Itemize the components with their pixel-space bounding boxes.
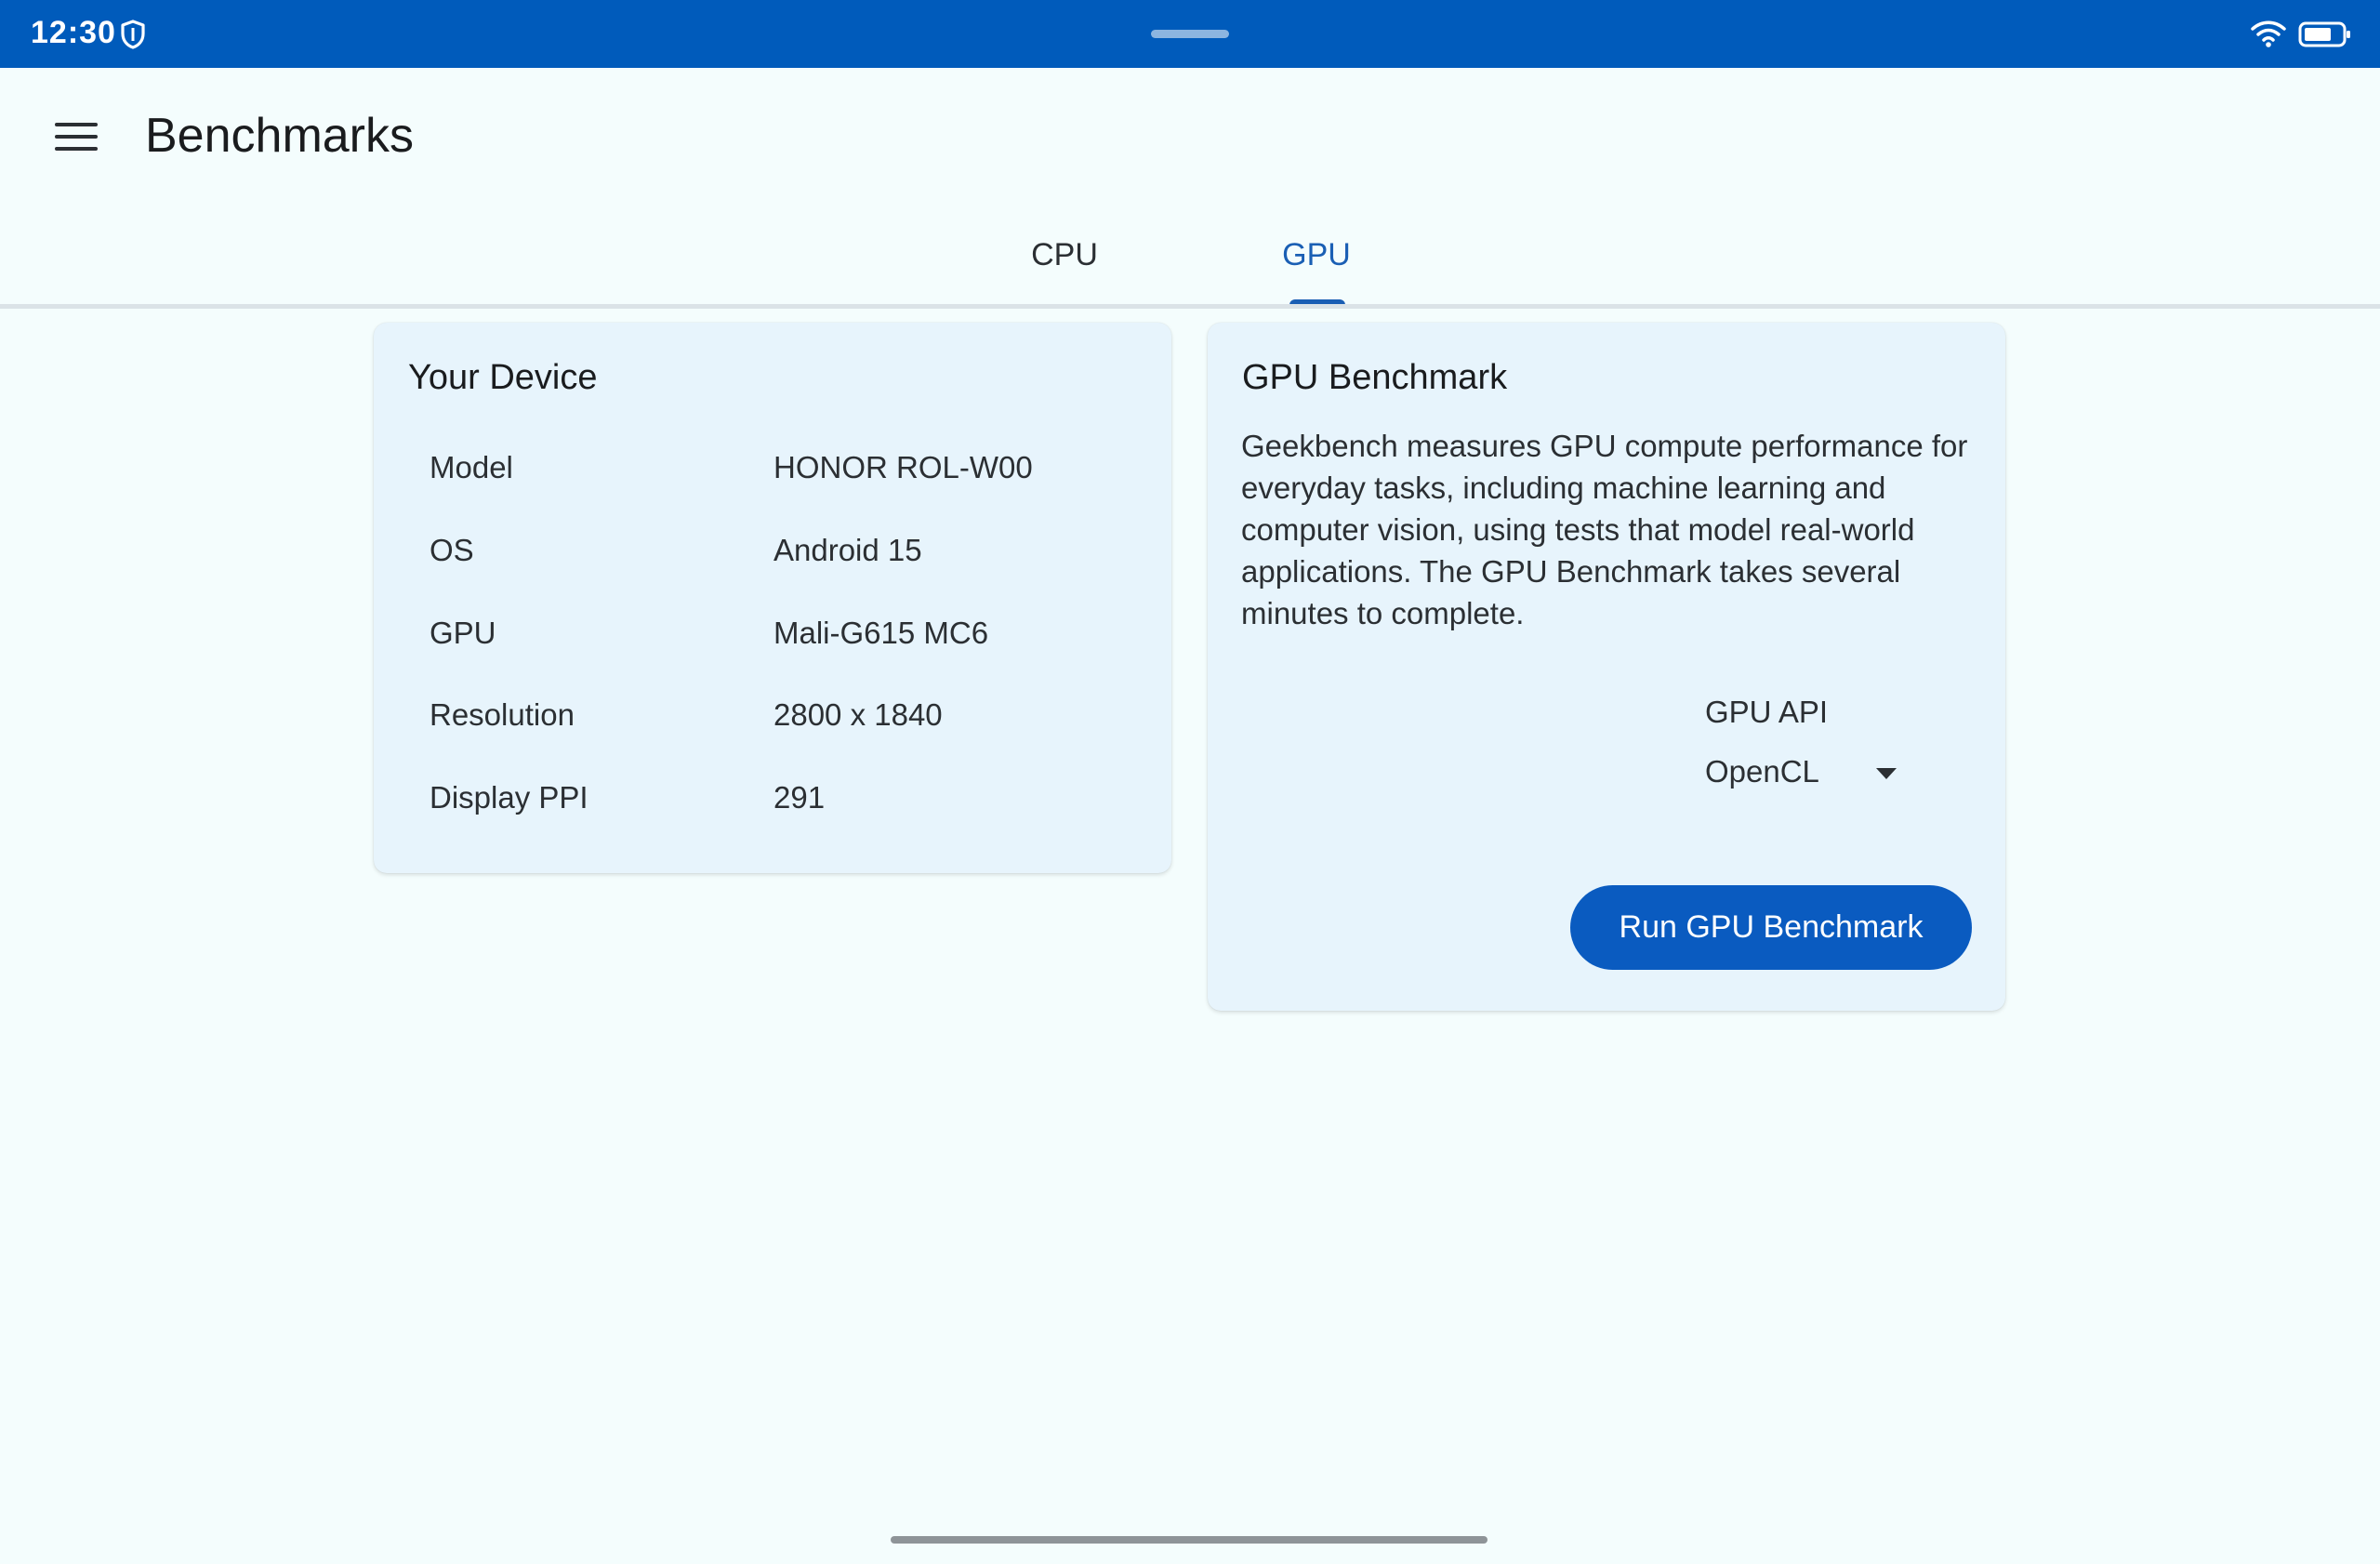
- status-pill: [1151, 30, 1229, 38]
- wifi-icon: [2251, 20, 2286, 47]
- your-device-card: Your Device Model HONOR ROL-W00 OS Andro…: [374, 323, 1171, 873]
- spec-label: Model: [430, 450, 513, 484]
- tab-cpu[interactable]: CPU: [1013, 224, 1116, 308]
- spec-value: Mali-G615 MC6: [774, 616, 989, 650]
- shield-icon: [121, 20, 145, 49]
- gpu-benchmark-description: Geekbench measures GPU compute performan…: [1241, 429, 1968, 630]
- status-bar: 12:30: [0, 0, 2380, 68]
- gpu-api-selected-value: OpenCL: [1705, 754, 1819, 789]
- tab-label: CPU: [1031, 237, 1098, 272]
- spec-label: OS: [430, 533, 474, 567]
- spec-label: GPU: [430, 616, 496, 650]
- gpu-api-dropdown[interactable]: OpenCL: [1705, 743, 1919, 799]
- spec-value: 291: [774, 780, 826, 815]
- gpu-api-label: GPU API: [1705, 695, 1829, 729]
- spec-row-gpu: GPU Mali-G615 MC6: [430, 606, 1136, 662]
- spec-row-model: Model HONOR ROL-W00: [430, 441, 1136, 497]
- status-time: 12:30: [31, 15, 116, 50]
- spec-row-display-ppi: Display PPI 291: [430, 771, 1136, 827]
- spec-label: Display PPI: [430, 780, 588, 815]
- spec-value: 2800 x 1840: [774, 697, 943, 732]
- spec-label: Resolution: [430, 697, 575, 732]
- gpu-benchmark-card: GPU Benchmark Geekbench measures GPU com…: [1208, 323, 2005, 1011]
- hamburger-menu-icon[interactable]: [41, 105, 112, 168]
- card-title: GPU Benchmark: [1242, 358, 1508, 397]
- page-title: Benchmarks: [145, 109, 414, 163]
- tab-gpu[interactable]: GPU: [1263, 224, 1370, 308]
- tabs-divider: [0, 304, 2380, 309]
- battery-icon: [2298, 21, 2350, 47]
- navigation-handle[interactable]: [891, 1536, 1488, 1544]
- tab-label: GPU: [1282, 237, 1351, 272]
- spec-row-resolution: Resolution 2800 x 1840: [430, 688, 1136, 744]
- card-title: Your Device: [408, 358, 598, 397]
- run-gpu-benchmark-button[interactable]: Run GPU Benchmark: [1570, 885, 1972, 970]
- app-bar: Benchmarks: [0, 68, 2380, 207]
- spec-value: Android 15: [774, 533, 922, 567]
- spec-row-os: OS Android 15: [430, 524, 1136, 579]
- dropdown-arrow-icon: [1876, 768, 1897, 779]
- tab-bar: CPU GPU: [0, 207, 2380, 308]
- spec-value: HONOR ROL-W00: [774, 450, 1033, 484]
